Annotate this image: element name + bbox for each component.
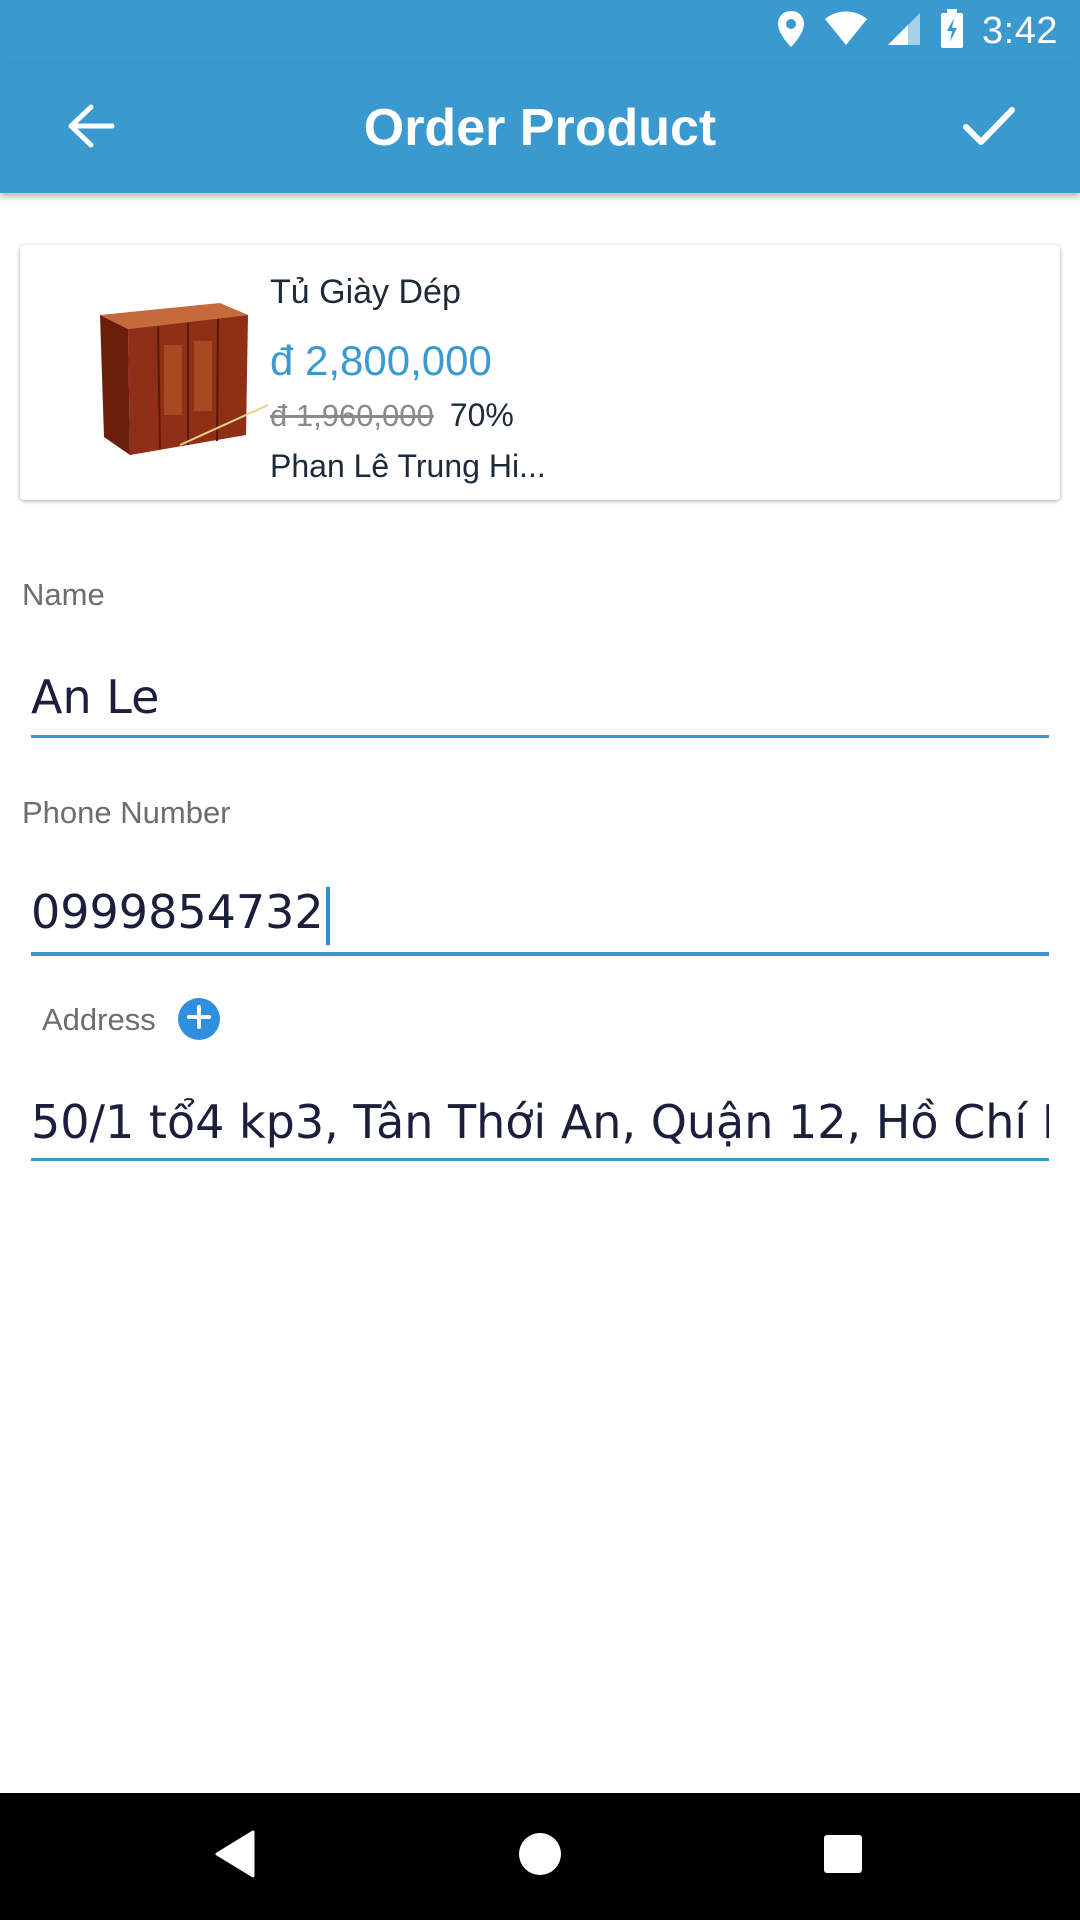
wifi-icon — [824, 11, 868, 52]
location-icon — [776, 9, 806, 54]
product-price: đ 2,800,000 — [270, 337, 492, 384]
address-field-underline — [31, 1158, 1049, 1161]
address-field[interactable]: 50/1 tổ4 kp3, Tân Thới An, Quận 12, Hồ C… — [31, 1095, 1049, 1149]
battery-charging-icon — [940, 9, 964, 54]
product-card[interactable]: Tủ Giày Dép đ 2,800,000 đ 1,960,000 70% … — [20, 245, 1060, 500]
address-label: Address — [42, 1002, 156, 1037]
name-label: Name — [22, 577, 105, 612]
navigation-bar — [0, 1793, 1080, 1920]
product-discount: 70% — [449, 397, 514, 433]
app-bar: Order Product — [0, 63, 1080, 193]
product-name: Tủ Giày Dép — [270, 273, 461, 311]
back-triangle-icon — [213, 1830, 257, 1883]
nav-recents-button[interactable] — [808, 1821, 878, 1891]
recents-square-icon — [822, 1833, 864, 1880]
phone-field-value: 0999854732 — [31, 885, 324, 939]
add-circle-icon — [186, 1004, 212, 1035]
phone-field-underline — [31, 952, 1049, 956]
nav-home-button[interactable] — [505, 1821, 575, 1891]
address-field-value: 50/1 tổ4 kp3, Tân Thới An, Quận 12, Hồ C… — [31, 1095, 1049, 1149]
confirm-button[interactable] — [954, 93, 1024, 163]
status-bar: 3:42 — [0, 0, 1080, 63]
text-cursor — [325, 886, 330, 945]
name-field-value: An Le — [31, 670, 160, 724]
name-field-underline — [31, 735, 1049, 738]
add-address-button[interactable] — [178, 998, 220, 1040]
check-icon — [963, 106, 1015, 151]
product-price-details: đ 1,960,000 70% — [270, 397, 514, 434]
phone-label: Phone Number — [22, 795, 231, 830]
status-time: 3:42 — [982, 10, 1058, 52]
product-seller: Phan Lê Trung Hi... — [270, 448, 546, 484]
page-title: Order Product — [363, 99, 717, 157]
cell-signal-icon — [886, 11, 922, 52]
status-icons: 3:42 — [776, 0, 1058, 63]
name-field[interactable]: An Le — [31, 670, 1049, 724]
phone-field[interactable]: 0999854732 — [31, 885, 1049, 945]
product-original-price: đ 1,960,000 — [270, 398, 434, 433]
home-circle-icon — [517, 1831, 563, 1882]
nav-back-button[interactable] — [200, 1821, 270, 1891]
product-image — [70, 285, 270, 465]
